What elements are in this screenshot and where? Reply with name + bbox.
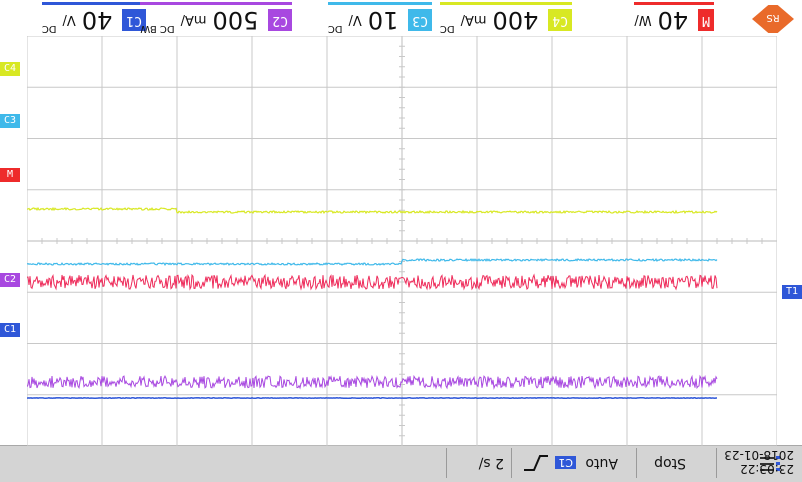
- rotated-display: Stop Auto C1 2 s/ 23:03:22 2018-01-23 C1…: [0, 0, 802, 482]
- timebase[interactable]: 2 s/: [479, 450, 504, 476]
- trigger-mode[interactable]: Auto: [585, 450, 618, 476]
- divider: [636, 448, 637, 478]
- channel-coupling: DC: [439, 23, 455, 34]
- run-state[interactable]: Stop: [654, 450, 686, 476]
- channel-scale: 40: [81, 6, 113, 34]
- oscilloscope-screen: Stop Auto C1 2 s/ 23:03:22 2018-01-23 C1…: [0, 0, 802, 482]
- channel-tag: C2: [268, 9, 292, 31]
- marker-c4[interactable]: C4: [0, 62, 20, 76]
- channel-underline: [327, 2, 432, 5]
- channel-underline: [439, 2, 572, 5]
- marker-c1[interactable]: C1: [0, 323, 20, 337]
- date-text: 2018-01-23: [724, 448, 794, 462]
- rising-edge-icon: [522, 450, 550, 476]
- divider: [716, 448, 717, 478]
- trace-c3: [27, 257, 718, 267]
- datetime: 23:03:22 2018-01-23: [724, 448, 794, 476]
- channel-bar: C1 40 V/DC C2 500 mA/DC BW C3 10 V/DC C4 400 mA/DC M…: [0, 0, 802, 36]
- channel-unit: V/: [348, 12, 362, 28]
- channel-underline: [634, 2, 714, 5]
- channel-c1[interactable]: C1 40 V/DC: [41, 2, 146, 34]
- channel-tag: M: [698, 9, 714, 31]
- waveform-grid[interactable]: [27, 36, 777, 446]
- channel-scale: 40: [657, 6, 689, 34]
- channel-underline: [140, 2, 292, 5]
- channel-coupling: DC: [41, 23, 57, 34]
- channel-c4[interactable]: C4 400 mA/DC: [439, 2, 572, 34]
- marker-t1[interactable]: T1: [782, 285, 802, 299]
- channel-coupling: DC BW: [140, 23, 175, 34]
- channel-scale: 400: [492, 6, 539, 34]
- channel-c3[interactable]: C3 10 V/DC: [327, 2, 432, 34]
- divider: [446, 448, 447, 478]
- channel-unit: mA/: [460, 12, 487, 28]
- trace-c2: [27, 374, 718, 390]
- trigger-source: C1: [555, 456, 576, 470]
- channel-unit: W/: [634, 12, 652, 28]
- marker-c3[interactable]: C3: [0, 114, 20, 128]
- status-bar: Stop Auto C1 2 s/: [0, 445, 802, 482]
- trace-c4: [27, 206, 718, 215]
- trace-m: [27, 273, 718, 291]
- channel-scale: 10: [367, 6, 399, 34]
- divider: [511, 448, 512, 478]
- channel-coupling: DC: [327, 23, 343, 34]
- marker-c2[interactable]: C2: [0, 273, 20, 287]
- channel-m[interactable]: M 40 W/: [634, 2, 714, 34]
- channel-unit: V/: [62, 12, 76, 28]
- channel-underline: [41, 2, 146, 5]
- channel-c2[interactable]: C2 500 mA/DC BW: [140, 2, 292, 34]
- channel-scale: 500: [212, 6, 259, 34]
- waveform-traces: [27, 206, 718, 400]
- channel-unit: mA/: [180, 12, 207, 28]
- marker-m[interactable]: M: [0, 168, 20, 182]
- channel-tag: C3: [408, 9, 432, 31]
- trigger-source-badge[interactable]: C1: [555, 450, 576, 476]
- rs-logo-icon: RS: [752, 5, 794, 33]
- channel-tag: C4: [548, 9, 572, 31]
- time-text: 23:03:22: [740, 462, 794, 476]
- svg-text:RS: RS: [766, 12, 779, 23]
